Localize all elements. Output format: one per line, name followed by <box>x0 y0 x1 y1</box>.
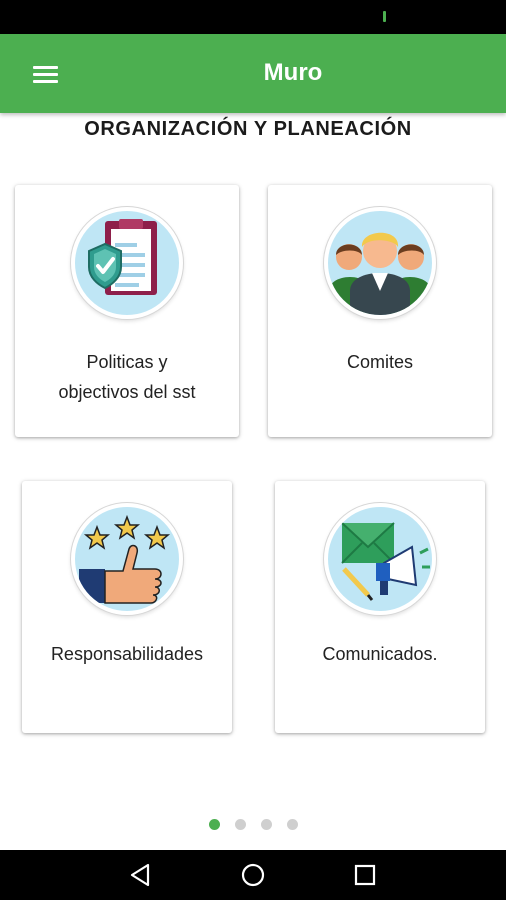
page-dot-3[interactable] <box>261 819 272 830</box>
card-label: Comites <box>346 352 413 372</box>
section-title: ORGANIZACIÓN Y PLANEACIÓN <box>84 118 412 140</box>
clipboard-shield-icon <box>71 207 183 319</box>
card-label: Responsabilidades <box>50 644 204 664</box>
status-bar <box>0 0 506 34</box>
home-icon[interactable] <box>238 860 268 890</box>
page-dot-4[interactable] <box>287 819 298 830</box>
signal-indicator-icon <box>383 11 386 22</box>
card-label: Comunicados. <box>322 644 438 664</box>
page-dot-2[interactable] <box>235 819 246 830</box>
back-icon[interactable] <box>126 860 156 890</box>
system-nav-bar <box>0 850 506 900</box>
card-politicas[interactable]: Politicas y objectivos del sst <box>15 185 239 437</box>
card-responsabilidades[interactable]: Responsabilidades <box>22 481 232 733</box>
thumbs-up-stars-icon <box>71 503 183 615</box>
screen: Muro ORGANIZACIÓN Y PLANEACIÓN Politicas… <box>0 0 506 900</box>
card-label-line1: Politicas y <box>86 352 168 372</box>
app-title: Muro <box>263 59 323 86</box>
megaphone-envelope-icon <box>324 503 436 615</box>
page-dot-1[interactable] <box>209 819 220 830</box>
app-bar: Muro <box>0 34 506 113</box>
card-comunicados[interactable]: Comunicados. <box>275 481 485 733</box>
team-icon <box>324 207 436 319</box>
card-label: Politicas y objectivos del sst <box>23 347 231 407</box>
card-comites[interactable]: Comites <box>268 185 492 437</box>
card-label-line2: objectivos del sst <box>58 382 196 402</box>
recents-icon[interactable] <box>350 860 380 890</box>
